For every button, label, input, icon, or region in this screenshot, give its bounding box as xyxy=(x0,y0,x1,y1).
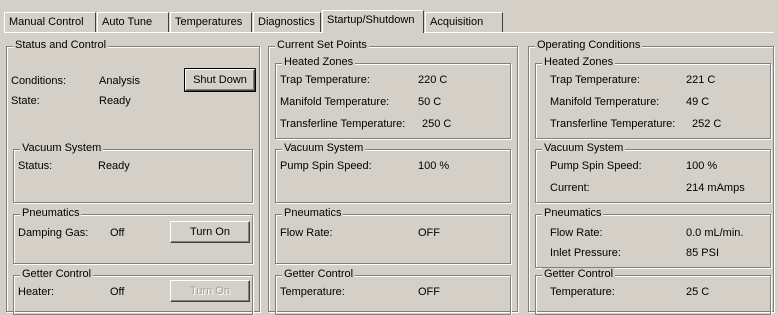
tab-auto-tune[interactable]: Auto Tune xyxy=(97,12,169,32)
oc-getter-control-title: Getter Control xyxy=(542,268,616,280)
conditions-label: Conditions: xyxy=(11,75,67,87)
damping-gas-label: Damping Gas: xyxy=(18,227,89,239)
sp-heated-zones-title: Heated Zones xyxy=(282,56,356,68)
damping-gas-value: Off xyxy=(110,227,125,239)
oc-current-label: Current: xyxy=(550,182,590,194)
oc-getter-control-group: Getter Control Temperature: 25 C xyxy=(535,268,771,315)
oc-flow-rate-label: Flow Rate: xyxy=(550,227,603,239)
getter-control-title: Getter Control xyxy=(20,268,94,280)
vacuum-status-value: Ready xyxy=(98,160,130,172)
getter-turn-on-button[interactable]: Turn On xyxy=(170,280,250,302)
sp-getter-control-title: Getter Control xyxy=(282,268,356,280)
conditions-value: Analysis xyxy=(99,75,140,87)
oc-pump-speed-label: Pump Spin Speed: xyxy=(550,160,642,172)
sp-flow-rate-value: OFF xyxy=(418,227,440,239)
oc-vacuum-system-group: Vacuum System Pump Spin Speed: 100 % Cur… xyxy=(535,142,771,203)
sp-vacuum-system-title: Vacuum System xyxy=(282,142,366,154)
vacuum-system-title: Vacuum System xyxy=(20,142,104,154)
sp-pump-speed-label: Pump Spin Speed: xyxy=(280,160,372,172)
tab-startup-shutdown[interactable]: Startup/Shutdown xyxy=(322,10,424,33)
oc-pneumatics-title: Pneumatics xyxy=(542,207,604,219)
sp-getter-control-group: Getter Control Temperature: OFF xyxy=(275,268,511,315)
oc-vacuum-system-title: Vacuum System xyxy=(542,142,626,154)
status-and-control-title: Status and Control xyxy=(13,39,109,51)
tab-manual-control[interactable]: Manual Control xyxy=(4,12,96,32)
sp-heated-zones-group: Heated Zones Trap Temperature: 220 C Man… xyxy=(275,56,511,139)
oc-trap-temp-label: Trap Temperature: xyxy=(550,74,640,86)
tab-diagnostics[interactable]: Diagnostics xyxy=(253,12,321,32)
oc-flow-rate-value: 0.0 mL/min. xyxy=(686,227,744,239)
getter-control-group: Getter Control Heater: Off Turn On xyxy=(13,268,253,315)
sp-transferline-temp-label: Transferline Temperature: xyxy=(280,118,406,130)
oc-manifold-temp-label: Manifold Temperature: xyxy=(550,96,660,108)
current-set-points-panel: Current Set Points Heated Zones Trap Tem… xyxy=(268,39,518,315)
oc-manifold-temp-value: 49 C xyxy=(686,96,710,108)
oc-heated-zones-group: Heated Zones Trap Temperature: 221 C Man… xyxy=(535,56,771,139)
sp-manifold-temp-label: Manifold Temperature: xyxy=(280,96,390,108)
sp-pneumatics-group: Pneumatics Flow Rate: OFF xyxy=(275,207,511,264)
vacuum-status-label: Status: xyxy=(18,160,53,172)
sp-trap-temp-value: 220 C xyxy=(418,74,448,86)
oc-pump-speed-value: 100 % xyxy=(686,160,718,172)
pneumatics-group: Pneumatics Damping Gas: Off Turn On xyxy=(13,207,253,264)
sp-transferline-temp-value: 250 C xyxy=(422,118,452,130)
oc-pneumatics-group: Pneumatics Flow Rate: 0.0 mL/min. Inlet … xyxy=(535,207,771,268)
sp-pneumatics-title: Pneumatics xyxy=(282,207,344,219)
oc-getter-temp-value: 25 C xyxy=(686,286,710,298)
heater-value: Off xyxy=(110,286,125,298)
sp-trap-temp-label: Trap Temperature: xyxy=(280,74,370,86)
vacuum-system-group: Vacuum System Status: Ready xyxy=(13,142,253,203)
sp-manifold-temp-value: 50 C xyxy=(418,96,442,108)
tab-temperatures[interactable]: Temperatures xyxy=(170,12,252,32)
sp-flow-rate-label: Flow Rate: xyxy=(280,227,333,239)
oc-current-value: 214 mAmps xyxy=(686,182,745,194)
sp-getter-temp-label: Temperature: xyxy=(280,286,345,298)
status-and-control-panel: Status and Control Conditions: Analysis … xyxy=(6,39,260,315)
operating-conditions-panel: Operating Conditions Heated Zones Trap T… xyxy=(528,39,774,315)
oc-getter-temp-label: Temperature: xyxy=(550,286,615,298)
current-set-points-title: Current Set Points xyxy=(275,39,369,51)
pneumatics-title: Pneumatics xyxy=(20,207,82,219)
shut-down-button[interactable]: Shut Down xyxy=(184,68,256,92)
sp-getter-temp-value: OFF xyxy=(418,286,440,298)
oc-heated-zones-title: Heated Zones xyxy=(542,56,616,68)
sp-vacuum-system-group: Vacuum System Pump Spin Speed: 100 % xyxy=(275,142,511,203)
operating-conditions-title: Operating Conditions xyxy=(535,39,643,51)
oc-transferline-temp-label: Transferline Temperature: xyxy=(550,118,676,130)
tab-acquisition[interactable]: Acquisition xyxy=(425,12,503,32)
oc-inlet-pressure-label: Inlet Pressure: xyxy=(550,247,621,259)
state-value: Ready xyxy=(99,95,131,107)
oc-trap-temp-value: 221 C xyxy=(686,74,716,86)
heater-label: Heater: xyxy=(18,286,55,298)
oc-transferline-temp-value: 252 C xyxy=(692,118,722,130)
oc-inlet-pressure-value: 85 PSI xyxy=(686,247,720,259)
pneumatics-turn-on-button[interactable]: Turn On xyxy=(170,221,250,243)
state-label: State: xyxy=(11,95,40,107)
sp-pump-speed-value: 100 % xyxy=(418,160,450,172)
